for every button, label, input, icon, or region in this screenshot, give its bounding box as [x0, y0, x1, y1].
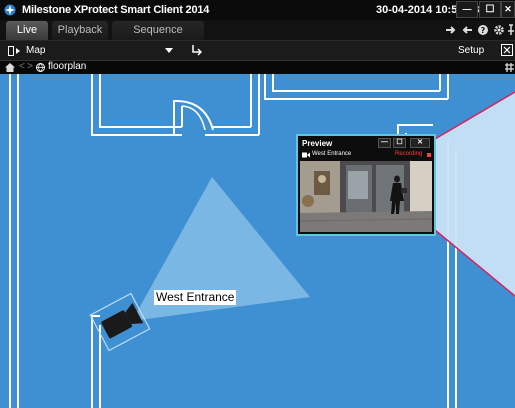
camera-label[interactable]: West Entrance: [154, 290, 237, 305]
preview-title: Preview: [302, 139, 333, 148]
preview-maximize-button[interactable]: ☐: [393, 138, 406, 148]
app-window: Milestone XProtect Smart Client 2014 30-…: [0, 0, 515, 408]
maximize-button[interactable]: ☐: [479, 1, 501, 18]
home-icon[interactable]: [5, 63, 15, 72]
tab-live-label: Live: [16, 24, 38, 36]
preview-minimize-button[interactable]: —: [378, 138, 391, 148]
up-level-icon[interactable]: [190, 44, 202, 56]
preview-close-button[interactable]: ✕: [410, 138, 430, 148]
tab-live[interactable]: Live: [6, 21, 48, 40]
tab-sequence-explorer[interactable]: Sequence Explorer: [112, 21, 204, 55]
toolbar: Map Setup: [0, 41, 515, 61]
breadcrumb-forward[interactable]: >: [27, 61, 33, 72]
tab-playback[interactable]: Playback: [52, 21, 108, 40]
minimize-button[interactable]: —: [456, 1, 478, 18]
maximize-icon: ☐: [485, 4, 495, 15]
close-button[interactable]: ✕: [501, 1, 515, 18]
video-camera-icon: [302, 152, 310, 158]
camera-feed-image: [300, 161, 432, 232]
chevron-down-icon[interactable]: [165, 48, 173, 53]
preview-header: Preview — ☐ ✕: [298, 136, 434, 150]
map-view[interactable]: West Entrance: [0, 74, 515, 408]
preview-close-icon: ✕: [417, 139, 423, 146]
map-tools-icon[interactable]: [505, 63, 514, 72]
view-label[interactable]: Map: [26, 45, 45, 56]
fullscreen-icon[interactable]: [501, 44, 513, 56]
breadcrumb: < > floorplan: [0, 61, 515, 74]
breadcrumb-current: floorplan: [48, 61, 87, 72]
setup-button[interactable]: Setup: [458, 45, 484, 56]
view-panel-icon[interactable]: [8, 46, 22, 56]
tab-bar: Live Playback Sequence Explorer: [0, 20, 515, 55]
recording-indicator: [427, 153, 431, 157]
arrow-icon[interactable]: [445, 24, 457, 36]
pin-icon[interactable]: [507, 24, 515, 36]
back-icon[interactable]: [461, 24, 473, 36]
preview-camera-bar: West Entrance Recording: [298, 151, 434, 160]
help-icon[interactable]: ?: [477, 24, 489, 36]
minimize-icon: —: [462, 4, 472, 14]
preview-maximize-icon: ☐: [396, 139, 403, 146]
preview-minimize-icon: —: [381, 139, 388, 146]
svg-text:?: ?: [481, 26, 486, 35]
title-bar: Milestone XProtect Smart Client 2014 30-…: [0, 0, 515, 20]
floorplan-map: [9, 74, 515, 408]
globe-icon: [36, 63, 45, 72]
preview-window[interactable]: Preview — ☐ ✕ West Entrance Recording: [296, 134, 436, 236]
gear-icon[interactable]: [493, 24, 505, 36]
breadcrumb-back[interactable]: <: [19, 61, 25, 72]
milestone-logo-icon: [4, 4, 16, 16]
camera-icon: [101, 302, 144, 339]
recording-status: Recording: [395, 151, 423, 157]
app-title: Milestone XProtect Smart Client 2014: [22, 4, 210, 16]
tab-playback-label: Playback: [57, 24, 103, 36]
preview-camera-name: West Entrance: [312, 151, 352, 157]
close-icon: ✕: [504, 4, 512, 14]
